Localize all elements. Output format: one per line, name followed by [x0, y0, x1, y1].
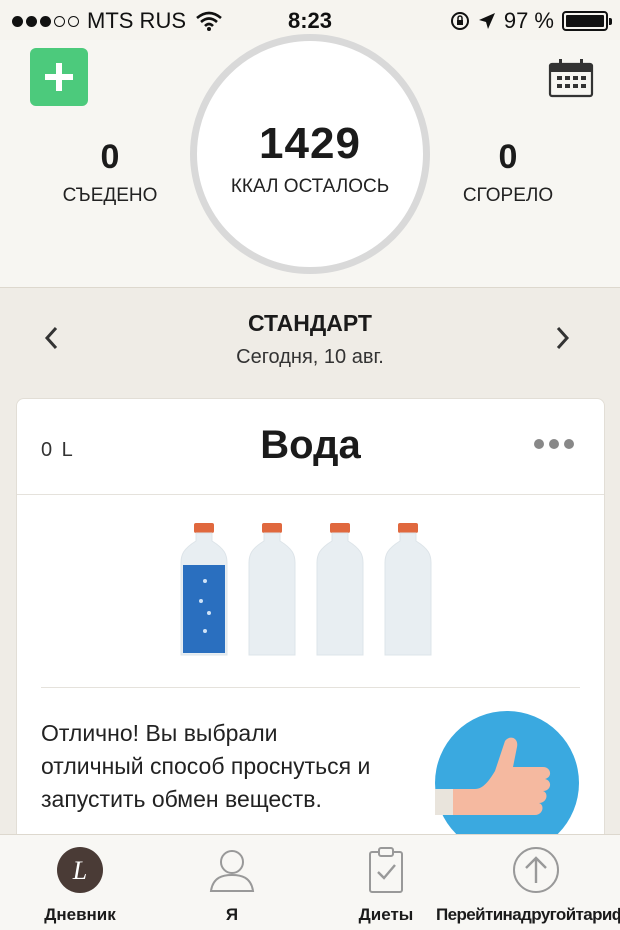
- tab-label: Диеты: [358, 905, 414, 924]
- burned-stat: 0 СГОРЕЛО: [428, 138, 588, 207]
- current-date: Сегодня, 10 авг.: [236, 346, 384, 368]
- day-navigator: СТАНДАРТ Сегодня, 10 авг.: [0, 290, 620, 390]
- water-bottle-empty[interactable]: [384, 523, 432, 656]
- battery-percent: 97 %: [503, 8, 554, 33]
- tab-bar: L Дневник Я Диеты Перейтинадругойтариф: [0, 834, 620, 930]
- tab-diets[interactable]: Диеты: [326, 835, 446, 930]
- eaten-label: СЪЕДЕНО: [62, 185, 158, 206]
- water-card-title: Вода: [260, 423, 361, 467]
- water-bottle-empty[interactable]: [248, 523, 296, 656]
- status-right: 97 %: [450, 8, 612, 34]
- burned-value: 0: [498, 138, 518, 176]
- tab-me[interactable]: Я: [172, 835, 292, 930]
- calories-remaining-ring[interactable]: 1429 ККАЛ ОСТАЛОСЬ: [190, 34, 430, 274]
- calories-remaining-label: ККАЛ ОСТАЛОСЬ: [230, 176, 390, 197]
- tab-label: Я: [225, 905, 239, 924]
- burned-label: СГОРЕЛО: [462, 185, 554, 206]
- calories-remaining-value: 1429: [259, 119, 361, 168]
- calendar-icon[interactable]: [548, 58, 594, 98]
- clipboard-icon: [369, 847, 403, 893]
- tab-diary[interactable]: L Дневник: [20, 835, 140, 930]
- water-bottle-empty[interactable]: [316, 523, 364, 656]
- rotation-lock-icon: [450, 12, 469, 30]
- tab-label: Дневник: [44, 905, 116, 924]
- chevron-right-icon[interactable]: [554, 324, 572, 352]
- location-icon: [478, 13, 495, 29]
- water-message: Отлично! Вы выбрали отличный способ прос…: [41, 720, 371, 812]
- eaten-value: 0: [100, 138, 120, 176]
- diary-icon: L: [57, 847, 103, 893]
- water-card-header: 0 L Вода: [17, 399, 604, 495]
- eaten-stat: 0 СЪЕДЕНО: [30, 138, 190, 207]
- water-bottle-filled[interactable]: [180, 523, 228, 656]
- battery-icon: [562, 11, 612, 31]
- tab-label: Перейтинадругойтариф: [436, 905, 620, 924]
- svg-text:L: L: [72, 856, 87, 885]
- upgrade-arrow-icon: [513, 847, 559, 893]
- person-icon: [209, 850, 255, 892]
- add-button[interactable]: [30, 48, 88, 106]
- calorie-summary: 0 СЪЕДЕНО 1429 ККАЛ ОСТАЛОСЬ 0 СГОРЕЛО: [0, 34, 620, 288]
- diet-name: СТАНДАРТ: [248, 310, 372, 336]
- water-card: 0 L Вода Отлично! Вы выбрали отличный сп…: [16, 398, 605, 858]
- water-bottles: [180, 523, 432, 656]
- more-icon[interactable]: [534, 439, 574, 449]
- tab-upgrade[interactable]: Перейтинадругойтариф: [432, 835, 620, 930]
- divider: [41, 687, 580, 688]
